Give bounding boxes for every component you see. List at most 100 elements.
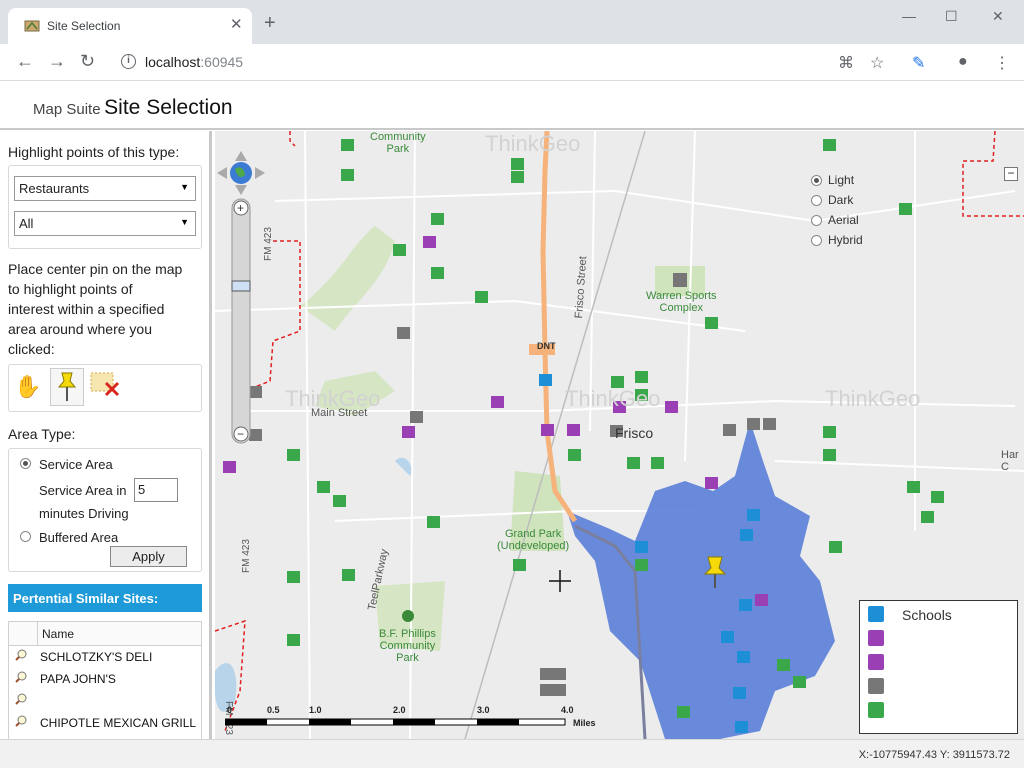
highlight-label: Highlight points of this type: <box>8 144 180 160</box>
service-area-radio[interactable] <box>20 458 31 469</box>
map-watermark: ThinkGeo <box>285 386 381 411</box>
status-bar: X:-10775947.43 Y: 3911573.72 <box>0 739 1024 768</box>
translate-icon[interactable]: ⌘ <box>838 53 854 73</box>
buffered-area-radio[interactable] <box>20 531 31 542</box>
map-tools: ✋ <box>8 364 202 412</box>
layer-radio[interactable] <box>811 195 822 206</box>
poi-subtype-value: All <box>19 216 34 231</box>
url-port: :60945 <box>200 54 244 70</box>
dropdown-arrow-icon: ▼ <box>180 182 189 192</box>
url-host: localhost <box>145 54 201 70</box>
collapse-switcher-icon[interactable]: − <box>1004 167 1018 181</box>
instruction-line: area around where you <box>8 321 152 337</box>
extension-icon[interactable]: ✎ <box>912 53 925 73</box>
site-name: PAPA JOHN'S <box>40 672 116 686</box>
scale-tick: 2.0 <box>393 705 406 715</box>
clear-area-icon[interactable] <box>89 368 123 406</box>
instruction-line: to highlight points of <box>8 281 133 297</box>
theater-icon <box>868 654 884 670</box>
tab-close-icon[interactable]: ✕ <box>230 16 243 34</box>
map-canvas[interactable]: + − Community Park Warren Sports Complex… <box>215 131 1024 739</box>
zoom-to-icon[interactable] <box>15 715 27 727</box>
map-label-grand-park: Grand Park (Undeveloped) <box>497 528 570 552</box>
map-legend: Schools <box>859 600 1018 734</box>
scale-bar: 0 0.5 1.0 2.0 3.0 4.0 Miles <box>223 705 603 735</box>
site-name: SCHLOTZKY'S DELI <box>40 650 153 664</box>
maximize-icon[interactable]: ☐ <box>945 8 958 25</box>
pan-zoom-control[interactable]: + − <box>215 149 267 469</box>
bookmark-star-icon[interactable]: ☆ <box>870 53 884 73</box>
layer-radio[interactable] <box>811 235 822 246</box>
brand-big: Site Selection <box>104 96 233 119</box>
table-row[interactable]: PAPA JOHN'S <box>9 668 201 690</box>
layer-radio[interactable] <box>811 215 822 226</box>
browser-tab[interactable]: Site Selection ✕ <box>8 8 252 44</box>
sidebar: Highlight points of this type: Restauran… <box>0 131 212 739</box>
map-label-edge: Har C <box>1001 449 1019 473</box>
map-label-fm423-top: FM 423 <box>263 227 274 261</box>
school-icon <box>868 606 884 622</box>
brand-small: Map Suite <box>33 101 101 118</box>
legend-label: Schools <box>902 607 952 623</box>
profile-icon[interactable]: ● <box>958 53 968 71</box>
grid-column-name: Name <box>42 627 75 641</box>
table-row[interactable]: CHIPOTLE MEXICAN GRILL <box>9 712 201 734</box>
hospital-icon <box>868 630 884 646</box>
scale-tick: 1.0 <box>309 705 322 715</box>
instruction-line: clicked: <box>8 341 55 357</box>
minutes-input[interactable]: 5 <box>134 478 178 502</box>
map-label-bf-phillips: B.F. Phillips Community Park <box>379 628 436 664</box>
zoom-to-icon[interactable] <box>15 649 27 661</box>
back-icon[interactable]: ← <box>16 51 34 71</box>
map-label-frisco: Frisco <box>615 425 654 441</box>
legend-item <box>860 675 1017 699</box>
forward-icon[interactable]: → <box>48 51 66 71</box>
zoom-to-icon[interactable] <box>15 671 27 683</box>
similar-sites-header: Pertential Similar Sites: <box>8 584 202 612</box>
svg-text:+: + <box>237 201 244 215</box>
svg-text:−: − <box>237 427 244 441</box>
zoom-to-icon[interactable] <box>15 693 27 705</box>
dropdown-arrow-icon: ▼ <box>180 217 189 227</box>
apply-button[interactable]: Apply <box>110 546 187 567</box>
scale-tick: 4.0 <box>561 705 574 715</box>
new-tab-icon[interactable]: + <box>264 13 276 33</box>
restaurant-icon <box>868 678 884 694</box>
area-type-label: Area Type: <box>8 426 76 442</box>
pushpin-tool-icon[interactable] <box>50 368 84 406</box>
layer-radio[interactable] <box>811 175 822 186</box>
scale-unit: Miles <box>573 718 596 728</box>
map-watermark: ThinkGeo <box>485 131 581 156</box>
table-row[interactable]: SCHLOTZKY'S DELI <box>9 646 201 668</box>
similar-sites-grid: Name SCHLOTZKY'S DELI PAPA JOHN'S CHIPOT… <box>8 621 202 739</box>
coordinate-readout: X:-10775947.43 Y: 3911573.72 <box>858 749 1010 761</box>
map-label-dnt: DNT <box>537 341 556 351</box>
pan-hand-icon[interactable]: ✋ <box>11 368 45 406</box>
layer-label: Hybrid <box>828 233 863 247</box>
scale-tick: 0.5 <box>267 705 280 715</box>
layer-label: Dark <box>828 193 854 207</box>
grid-header: Name <box>9 622 201 646</box>
close-window-icon[interactable]: ✕ <box>992 8 1004 25</box>
map-label-community-park: Community Park <box>370 131 426 155</box>
poi-subtype-select[interactable]: All ▼ <box>14 211 196 236</box>
app-header: Map Suite Site Selection <box>0 82 1024 130</box>
tab-title: Site Selection <box>47 19 121 33</box>
legend-item <box>860 699 1017 723</box>
table-row[interactable] <box>9 690 201 712</box>
menu-kebab-icon[interactable]: ⋮ <box>994 53 1010 73</box>
site-info-icon[interactable]: i <box>121 54 136 69</box>
poi-type-select[interactable]: Restaurants ▼ <box>14 176 196 201</box>
legend-item: Schools <box>860 603 1017 627</box>
map-label-fm423-mid: FM 423 <box>241 539 252 573</box>
minimize-icon[interactable]: — <box>902 8 916 24</box>
address-bar[interactable]: localhost:60945 <box>145 54 243 70</box>
minutes-driving-label: minutes Driving <box>39 506 129 521</box>
browser-tab-bar: Site Selection ✕ + — ☐ ✕ <box>0 0 1024 44</box>
reload-icon[interactable]: ↻ <box>80 51 95 71</box>
site-name: CHIPOTLE MEXICAN GRILL <box>40 716 197 730</box>
service-area-in-label: Service Area in <box>39 483 127 498</box>
poi-type-value: Restaurants <box>19 181 90 196</box>
legend-item <box>860 627 1017 651</box>
instruction-line: interest within a specified <box>8 301 165 317</box>
